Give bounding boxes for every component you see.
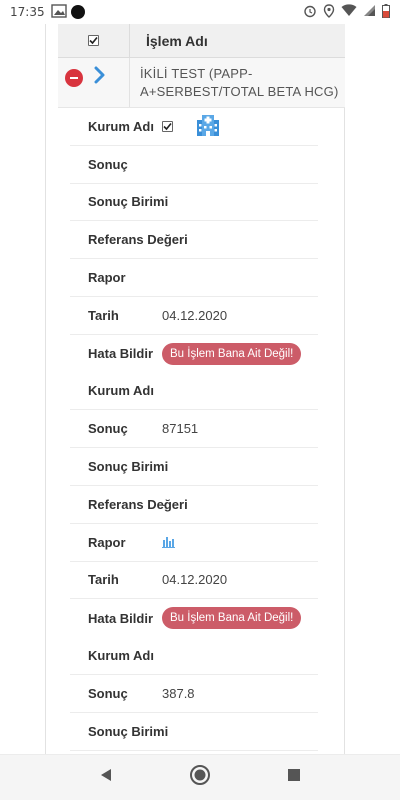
rapor-label: Rapor (88, 534, 126, 550)
referans-row: Referans Değeri (70, 221, 318, 260)
birim-label: Sonuç Birimi (88, 194, 169, 210)
hata-label: Hata Bildir (88, 346, 154, 362)
kurum-label: Kurum Adı (88, 383, 154, 399)
system-nav-bar (0, 754, 400, 800)
rapor-label: Rapor (88, 270, 126, 286)
dot-icon (70, 5, 85, 19)
hata-value: Bu İşlem Bana Ait Değil! (162, 607, 302, 630)
location-icon (323, 3, 335, 21)
alarm-icon (303, 4, 317, 21)
not-mine-button[interactable]: Bu İşlem Bana Ait Değil! (162, 342, 302, 365)
hata-value: Bu İşlem Bana Ait Değil! (162, 342, 302, 365)
rapor-row: Rapor (70, 524, 318, 562)
main-content: İşlem Adı İKİLİ TEST (PAPP- A+SERBEST/TO… (0, 24, 400, 754)
item-name-line2: A+SERBEST/TOTAL BETA HCG) (140, 84, 339, 99)
tarih-row: Tarih 04.12.2020 (70, 297, 318, 335)
birim-label: Sonuç Birimi (88, 459, 169, 475)
rapor-value (162, 534, 176, 551)
hata-row: Hata Bildir Bu İşlem Bana Ait Değil! (70, 335, 318, 373)
select-all-checkbox[interactable] (88, 35, 99, 46)
kurum-checkbox[interactable] (162, 120, 173, 132)
birim-row: Sonuç Birimi (70, 448, 318, 486)
referans-label: Referans Değeri (88, 496, 188, 512)
rapor-row: Rapor (70, 259, 318, 297)
sonuc-label: Sonuç (88, 685, 128, 701)
hata-label: Hata Bildir (88, 610, 154, 626)
sonuc-value: 87151 (162, 421, 199, 437)
header-checkbox-cell (58, 24, 130, 57)
birim-row: Sonuç Birimi (70, 184, 318, 222)
recents-icon[interactable] (286, 767, 302, 788)
signal-icon (363, 4, 376, 20)
gallery-notification-icon (50, 3, 67, 21)
kurum-label: Kurum Adı (88, 118, 154, 134)
sonuc-row: Sonuç 387.8 (70, 675, 318, 713)
tarih-value: 04.12.2020 (162, 307, 228, 323)
kurum-row: Kurum Adı (70, 108, 318, 146)
not-mine-button[interactable]: Bu İşlem Bana Ait Değil! (162, 607, 302, 630)
kurum-value (162, 112, 221, 141)
referans-label: Referans Değeri (88, 232, 188, 248)
kurum-row: Kurum Adı (70, 637, 318, 675)
item-name: İKİLİ TEST (PAPP- A+SERBEST/TOTAL BETA H… (130, 58, 338, 107)
kurum-label: Kurum Adı (88, 648, 154, 664)
tarih-value: 04.12.2020 (162, 572, 228, 588)
sonuc-row: Sonuç 87151 (70, 410, 318, 449)
sonuc-label: Sonuç (88, 156, 128, 172)
sonuc-value: 387.8 (162, 685, 195, 701)
hata-row: Hata Bildir Bu İşlem Bana Ait Değil! (70, 599, 318, 637)
report-chart-icon[interactable] (162, 534, 176, 551)
battery-icon (382, 3, 390, 21)
row-actions (58, 58, 130, 107)
status-time: 17:35 (10, 5, 45, 19)
kurum-row: Kurum Adı (70, 373, 318, 411)
tarih-label: Tarih (88, 572, 119, 588)
result-details: Kurum Adı Sonuç Sonuç Birimi Referans De… (70, 108, 318, 751)
tarih-label: Tarih (88, 307, 119, 323)
home-icon[interactable] (189, 764, 211, 791)
sonuc-label: Sonuç (88, 421, 128, 437)
wifi-icon (341, 4, 357, 20)
table-header: İşlem Adı (58, 24, 345, 58)
birim-row: Sonuç Birimi (70, 713, 318, 751)
sonuc-row: Sonuç (70, 146, 318, 184)
table-row[interactable]: İKİLİ TEST (PAPP- A+SERBEST/TOTAL BETA H… (58, 58, 345, 108)
back-icon[interactable] (98, 767, 114, 788)
header-title: İşlem Adı (146, 32, 208, 49)
collapse-button[interactable] (65, 69, 83, 87)
item-name-line1: İKİLİ TEST (PAPP- (140, 66, 253, 81)
birim-label: Sonuç Birimi (88, 723, 169, 739)
tarih-row: Tarih 04.12.2020 (70, 562, 318, 600)
referans-row: Referans Değeri - (70, 486, 318, 524)
referans-value: - (162, 496, 167, 512)
hospital-icon (195, 112, 221, 141)
status-bar: 17:35 (0, 0, 400, 24)
chevron-right-icon[interactable] (93, 66, 107, 89)
